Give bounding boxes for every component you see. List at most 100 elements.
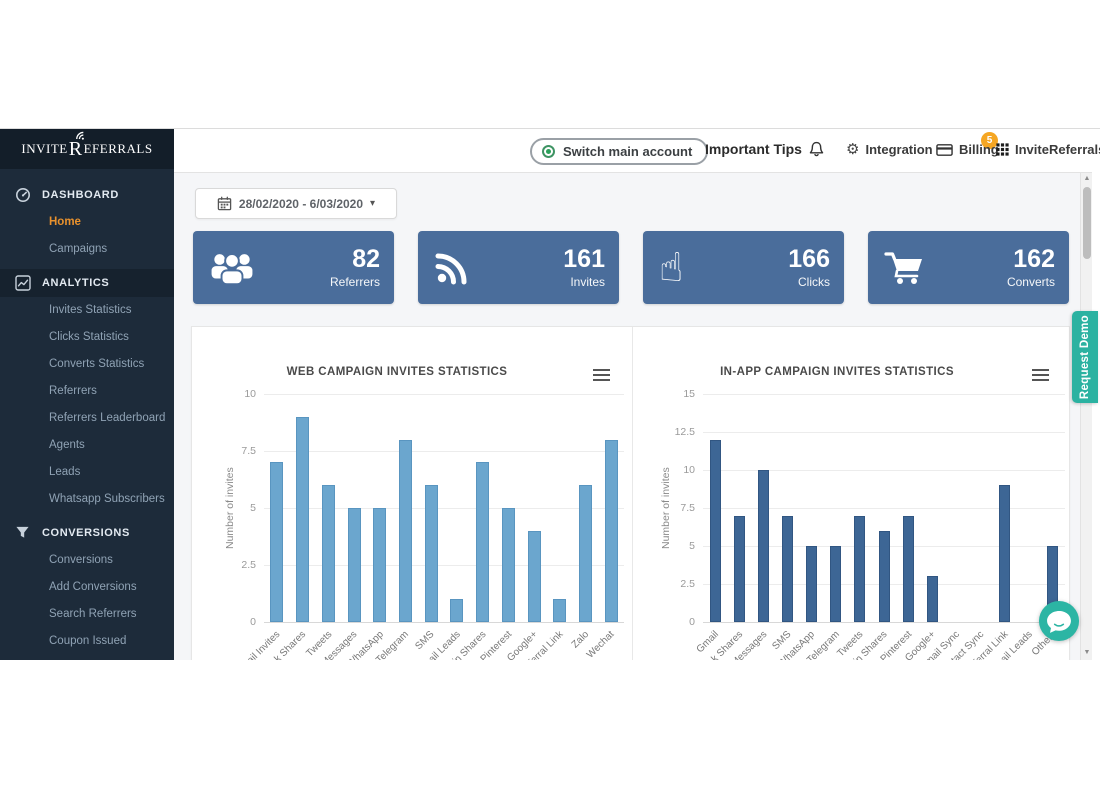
bar bbox=[782, 516, 793, 622]
y-tick-label: 10 bbox=[216, 388, 256, 400]
bar bbox=[758, 470, 769, 622]
y-tick-label: 15 bbox=[655, 388, 695, 400]
sidebar-section-dashboard[interactable]: DASHBOARD bbox=[0, 181, 174, 209]
chart-menu-icon[interactable] bbox=[1032, 369, 1049, 383]
scrollbar[interactable]: ▲ ▼ bbox=[1080, 173, 1092, 660]
sidebar-item-add-conversions[interactable]: Add Conversions bbox=[0, 574, 174, 601]
bar bbox=[296, 417, 309, 622]
bar bbox=[927, 576, 938, 622]
bar bbox=[830, 546, 841, 622]
stat-value: 162 bbox=[1007, 246, 1055, 274]
sidebar-item-converts-statistics[interactable]: Converts Statistics bbox=[0, 351, 174, 378]
stat-text: 162Converts bbox=[1007, 246, 1055, 289]
plot-area: 02.557.51012.515GmailFacebook SharesMess… bbox=[703, 394, 1065, 622]
gridline bbox=[264, 508, 624, 509]
sidebar-item-whatsapp-subscribers[interactable]: Whatsapp Subscribers bbox=[0, 486, 174, 513]
scrollbar-thumb[interactable] bbox=[1083, 187, 1091, 259]
y-tick-label: 0 bbox=[655, 616, 695, 628]
integration-label: Integration bbox=[865, 142, 932, 157]
bar bbox=[348, 508, 361, 622]
bar bbox=[502, 508, 515, 622]
app-window: INVITEREFERRALS DASHBOARDHomeCampaignsAN… bbox=[0, 128, 1100, 660]
request-demo-tab[interactable]: Request Demo bbox=[1072, 311, 1098, 403]
chart-menu-icon[interactable] bbox=[593, 369, 610, 383]
gridline bbox=[264, 565, 624, 566]
bar bbox=[734, 516, 745, 622]
sidebar-item-campaigns[interactable]: Campaigns bbox=[0, 236, 174, 263]
billing-label: Billing bbox=[959, 142, 999, 157]
cart-icon bbox=[884, 250, 934, 286]
stat-label: Converts bbox=[1007, 275, 1055, 289]
sidebar-item-invites-statistics[interactable]: Invites Statistics bbox=[0, 297, 174, 324]
billing-menu[interactable]: Billing bbox=[936, 142, 999, 157]
bar bbox=[399, 440, 412, 622]
stat-text: 166Clicks bbox=[788, 246, 830, 289]
stat-value: 82 bbox=[330, 246, 380, 274]
important-tips[interactable]: Important Tips 5 bbox=[705, 140, 825, 158]
switch-main-account-label: Switch main account bbox=[563, 144, 692, 159]
sidebar-item-leads[interactable]: Leads bbox=[0, 459, 174, 486]
y-tick-label: 5 bbox=[216, 502, 256, 514]
gridline bbox=[264, 622, 624, 623]
bar bbox=[425, 485, 438, 622]
stat-label: Clicks bbox=[788, 275, 830, 289]
bell-icon bbox=[808, 140, 825, 158]
sidebar-item-conversions[interactable]: Conversions bbox=[0, 547, 174, 574]
sidebar-item-home[interactable]: Home bbox=[0, 209, 174, 236]
x-axis-label: Wechat bbox=[585, 629, 617, 660]
line-chart-icon bbox=[15, 275, 31, 291]
people-icon bbox=[209, 249, 259, 287]
chat-widget-button[interactable] bbox=[1038, 600, 1080, 642]
stat-card-clicks[interactable]: ☝166Clicks bbox=[643, 231, 844, 304]
y-tick-label: 0 bbox=[216, 616, 256, 628]
radio-target-icon bbox=[542, 145, 555, 158]
sidebar-item-referrers[interactable]: Referrers bbox=[0, 378, 174, 405]
bar bbox=[476, 462, 489, 622]
plot-area: 02.557.510Email InvitesFacebook SharesTw… bbox=[264, 394, 624, 622]
calendar-icon bbox=[217, 196, 232, 211]
stat-text: 161Invites bbox=[563, 246, 605, 289]
scroll-up-arrow[interactable]: ▲ bbox=[1081, 173, 1093, 185]
integration-menu[interactable]: ⚙ Integration bbox=[846, 142, 933, 157]
brand-menu[interactable]: InviteReferrals bbox=[996, 142, 1100, 157]
stat-card-converts[interactable]: 162Converts bbox=[868, 231, 1069, 304]
gauge-icon bbox=[15, 187, 31, 203]
stat-card-invites[interactable]: 161Invites bbox=[418, 231, 619, 304]
stats-row: 82Referrers 161Invites ☝166Clicks 162Conver… bbox=[193, 231, 1069, 304]
bar bbox=[579, 485, 592, 622]
request-demo-label: Request Demo bbox=[1079, 315, 1091, 399]
sidebar-item-referrers-leaderboard[interactable]: Referrers Leaderboard bbox=[0, 405, 174, 432]
y-tick-label: 7.5 bbox=[216, 445, 256, 457]
grid-icon bbox=[996, 143, 1009, 156]
sidebar-item-clicks-statistics[interactable]: Clicks Statistics bbox=[0, 324, 174, 351]
scroll-down-arrow[interactable]: ▼ bbox=[1081, 647, 1093, 659]
inapp-campaign-chart: IN-APP CAMPAIGN INVITES STATISTICS Numbe… bbox=[633, 327, 1071, 660]
sidebar-section-label: CONVERSIONS bbox=[42, 527, 130, 539]
y-tick-label: 10 bbox=[655, 464, 695, 476]
bar bbox=[710, 440, 721, 622]
credit-card-icon bbox=[936, 143, 953, 157]
bar bbox=[879, 531, 890, 622]
bar bbox=[553, 599, 566, 622]
bar bbox=[270, 462, 283, 622]
date-range-picker[interactable]: 28/02/2020 - 6/03/2020 ▾ bbox=[195, 188, 397, 219]
bar bbox=[854, 516, 865, 622]
logo-text-invite: INVITE bbox=[21, 141, 67, 157]
stat-card-referrers[interactable]: 82Referrers bbox=[193, 231, 394, 304]
stat-label: Referrers bbox=[330, 275, 380, 289]
sidebar-section-conversions[interactable]: CONVERSIONS bbox=[0, 519, 174, 547]
date-range-value: 28/02/2020 - 6/03/2020 bbox=[239, 197, 363, 211]
y-tick-label: 2.5 bbox=[216, 559, 256, 571]
sidebar-item-agents[interactable]: Agents bbox=[0, 432, 174, 459]
gridline bbox=[264, 394, 624, 395]
brand-label: InviteReferrals bbox=[1015, 142, 1100, 157]
y-tick-label: 7.5 bbox=[655, 502, 695, 514]
bar bbox=[806, 546, 817, 622]
y-tick-label: 5 bbox=[655, 540, 695, 552]
switch-main-account-button[interactable]: Switch main account bbox=[530, 138, 708, 165]
sidebar-item-search-referrers[interactable]: Search Referrers bbox=[0, 601, 174, 628]
important-tips-label: Important Tips bbox=[705, 141, 802, 157]
sidebar-item-coupon-issued[interactable]: Coupon Issued bbox=[0, 628, 174, 655]
sidebar-section-analytics[interactable]: ANALYTICS bbox=[0, 269, 174, 297]
chart-title: WEB CAMPAIGN INVITES STATISTICS bbox=[192, 366, 602, 378]
